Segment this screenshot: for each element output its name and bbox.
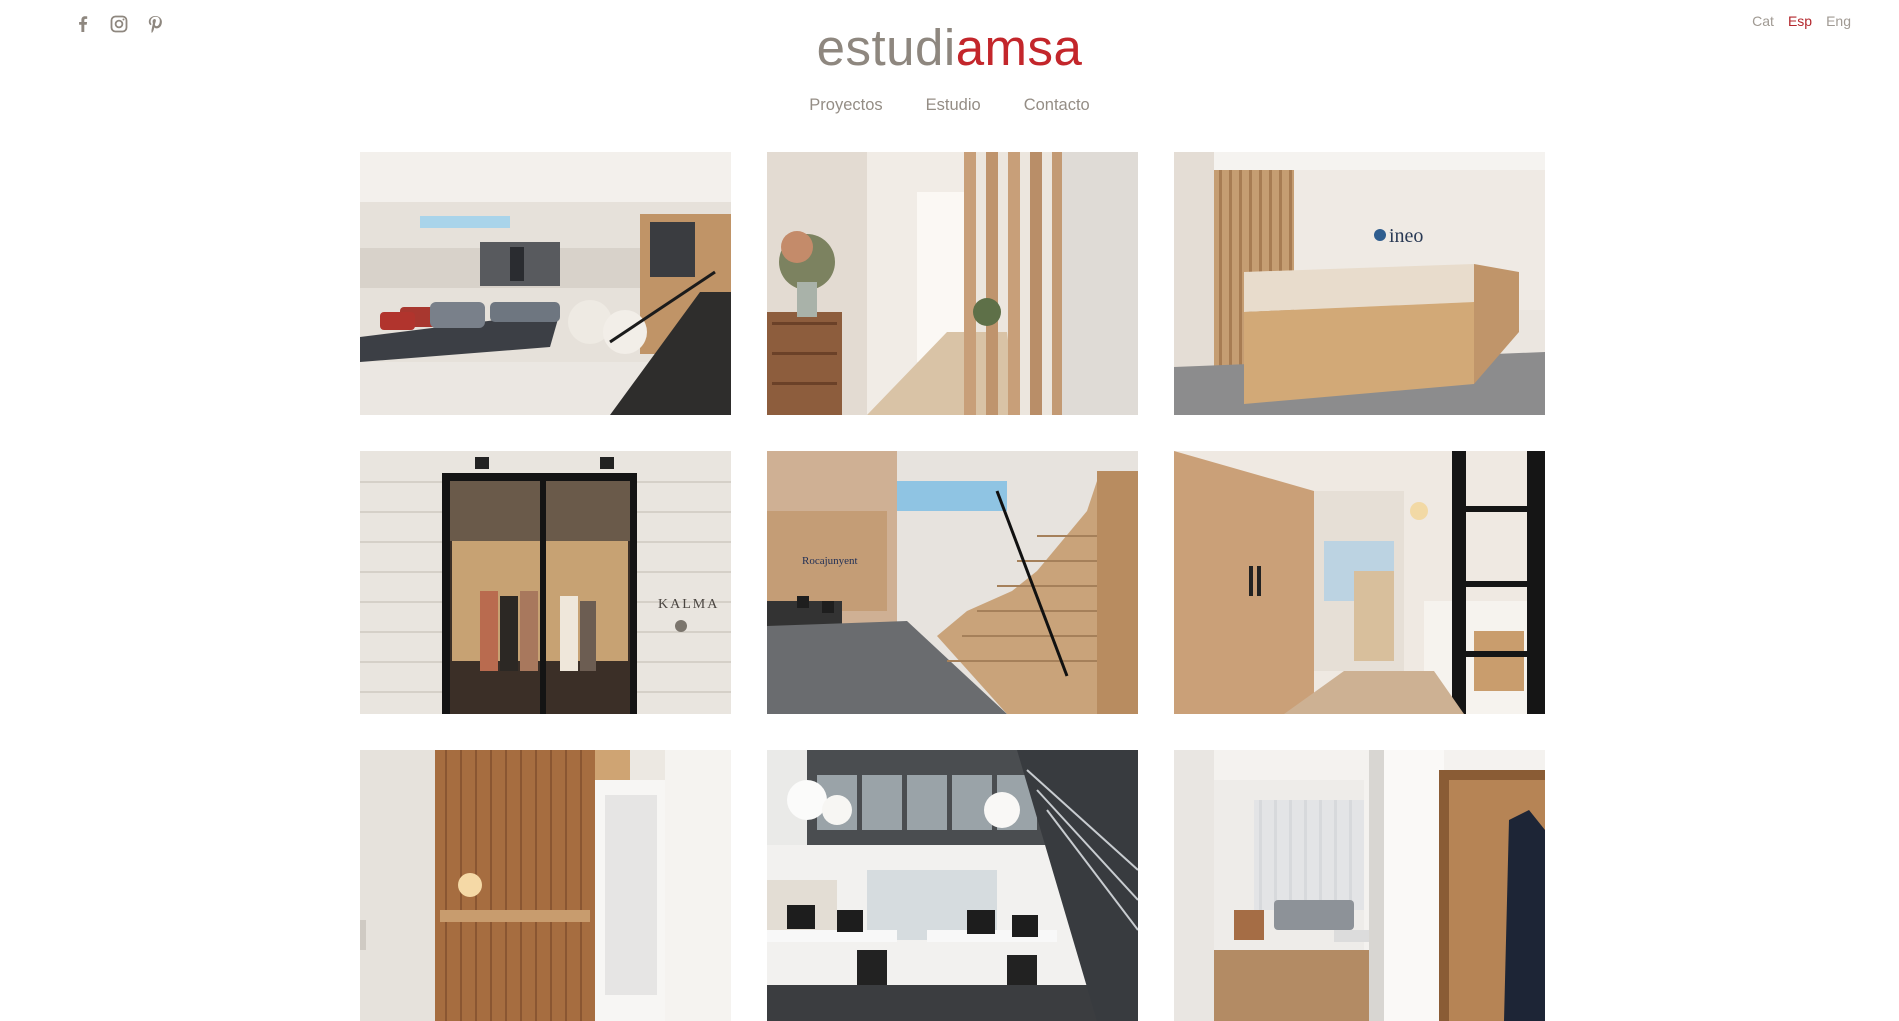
project-tile-3[interactable]: ineo	[1174, 152, 1545, 415]
logo-part-estudi: estudi	[816, 19, 956, 76]
project-photo-reception: ineo	[1174, 152, 1545, 415]
main-nav: Proyectos Estudio Contacto	[0, 96, 1899, 115]
project-photo-storefront: KALMA	[360, 451, 731, 714]
site-logo[interactable]: estudiamsa	[0, 16, 1899, 80]
storefront-sign: KALMA	[658, 597, 719, 612]
project-tile-2[interactable]	[767, 152, 1138, 415]
project-tile-1[interactable]	[360, 152, 731, 415]
project-tile-5[interactable]: Rocajunyent	[767, 451, 1138, 714]
project-tile-9[interactable]	[1174, 750, 1545, 1021]
logo-part-amsa: amsa	[955, 19, 1083, 76]
project-photo-kitchen	[1174, 451, 1545, 714]
projects-grid: ineo KALMA Rocajunyent	[360, 152, 1545, 1021]
project-tile-7[interactable]	[360, 750, 731, 1021]
office-sign: Rocajunyent	[802, 555, 858, 567]
project-photo-office-stairs: Rocajunyent	[767, 451, 1138, 714]
project-tile-8[interactable]	[767, 750, 1138, 1021]
project-photo-open-office	[767, 750, 1138, 1021]
project-photo-entrance	[360, 750, 731, 1021]
nav-estudio[interactable]: Estudio	[926, 96, 981, 115]
project-photo-hallway	[767, 152, 1138, 415]
project-tile-4[interactable]: KALMA	[360, 451, 731, 714]
nav-proyectos[interactable]: Proyectos	[809, 96, 882, 115]
project-photo-living-room	[1174, 750, 1545, 1021]
project-tile-6[interactable]	[1174, 451, 1545, 714]
nav-contacto[interactable]: Contacto	[1024, 96, 1090, 115]
project-photo-lounge	[360, 152, 731, 415]
reception-sign: ineo	[1389, 225, 1423, 247]
